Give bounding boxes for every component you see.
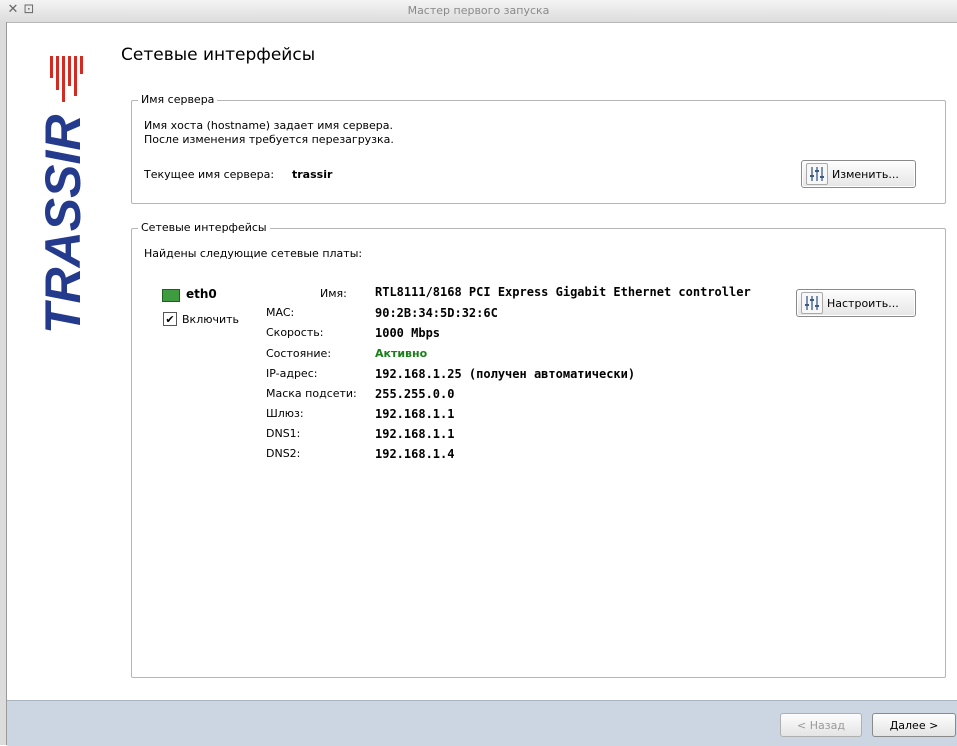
enable-interface-checkbox[interactable]: ✔ <box>163 312 177 326</box>
network-interfaces-legend: Сетевые интерфейсы <box>138 221 270 234</box>
field-label: Скорость: <box>266 326 324 339</box>
field-label: MAC: <box>266 306 295 319</box>
logo-text: TRASSIR <box>40 115 91 334</box>
change-button-label: Изменить... <box>832 167 899 181</box>
field-label: Состояние: <box>266 347 332 360</box>
adapter-name-value: RTL8111/8168 PCI Express Gigabit Etherne… <box>375 285 751 299</box>
window-title: Мастер первого запуска <box>407 4 550 17</box>
change-server-name-button[interactable]: Изменить... <box>801 160 916 188</box>
field-label: Шлюз: <box>266 407 304 420</box>
network-card-icon <box>162 289 180 302</box>
interface-name: eth0 <box>186 287 217 301</box>
field-label: IP-адрес: <box>266 367 318 380</box>
enable-interface-label[interactable]: Включить <box>182 313 239 326</box>
field-value: 192.168.1.1 <box>375 427 455 441</box>
back-button[interactable]: < Назад <box>780 713 862 737</box>
settings-sliders-icon <box>806 163 828 185</box>
window-frame-left <box>0 22 7 745</box>
server-name-legend: Имя сервера <box>138 93 218 106</box>
current-server-name-value: trassir <box>292 168 333 181</box>
page-title: Сетевые интерфейсы <box>121 45 316 65</box>
field-value: 192.168.1.25 (получен автоматически) <box>375 367 636 381</box>
next-button[interactable]: Далее > <box>872 713 956 737</box>
field-label: DNS2: <box>266 447 301 460</box>
field-value: 90:2B:34:5D:32:6C <box>375 306 498 320</box>
configure-interface-button[interactable]: Настроить... <box>796 289 916 317</box>
server-name-group: Имя сервера <box>131 93 946 204</box>
configure-button-label: Настроить... <box>827 296 899 310</box>
hostname-description: Имя хоста (hostname) задает имя сервера. <box>144 119 394 132</box>
field-value: 1000 Mbps <box>375 326 441 340</box>
status-value: Активно <box>375 347 428 360</box>
field-value: 192.168.1.1 <box>375 407 455 421</box>
found-adapters-text: Найдены следующие сетевые платы: <box>144 247 363 260</box>
trassir-logo: TRASSIR <box>40 56 91 334</box>
current-server-name-label: Текущее имя сервера: <box>144 168 275 181</box>
field-label: Маска подсети: <box>266 387 357 400</box>
field-value: 255.255.0.0 <box>375 387 455 401</box>
field-value: 192.168.1.4 <box>375 447 455 461</box>
adapter-name-label: Имя: <box>320 287 347 300</box>
reboot-notice: После изменения требуется перезагрузка. <box>144 133 394 146</box>
window-titlebar: ✕ ⊡ Мастер первого запуска <box>0 0 957 23</box>
settings-sliders-icon <box>801 292 823 314</box>
field-label: DNS1: <box>266 427 301 440</box>
checkmark-icon: ✔ <box>165 312 175 326</box>
